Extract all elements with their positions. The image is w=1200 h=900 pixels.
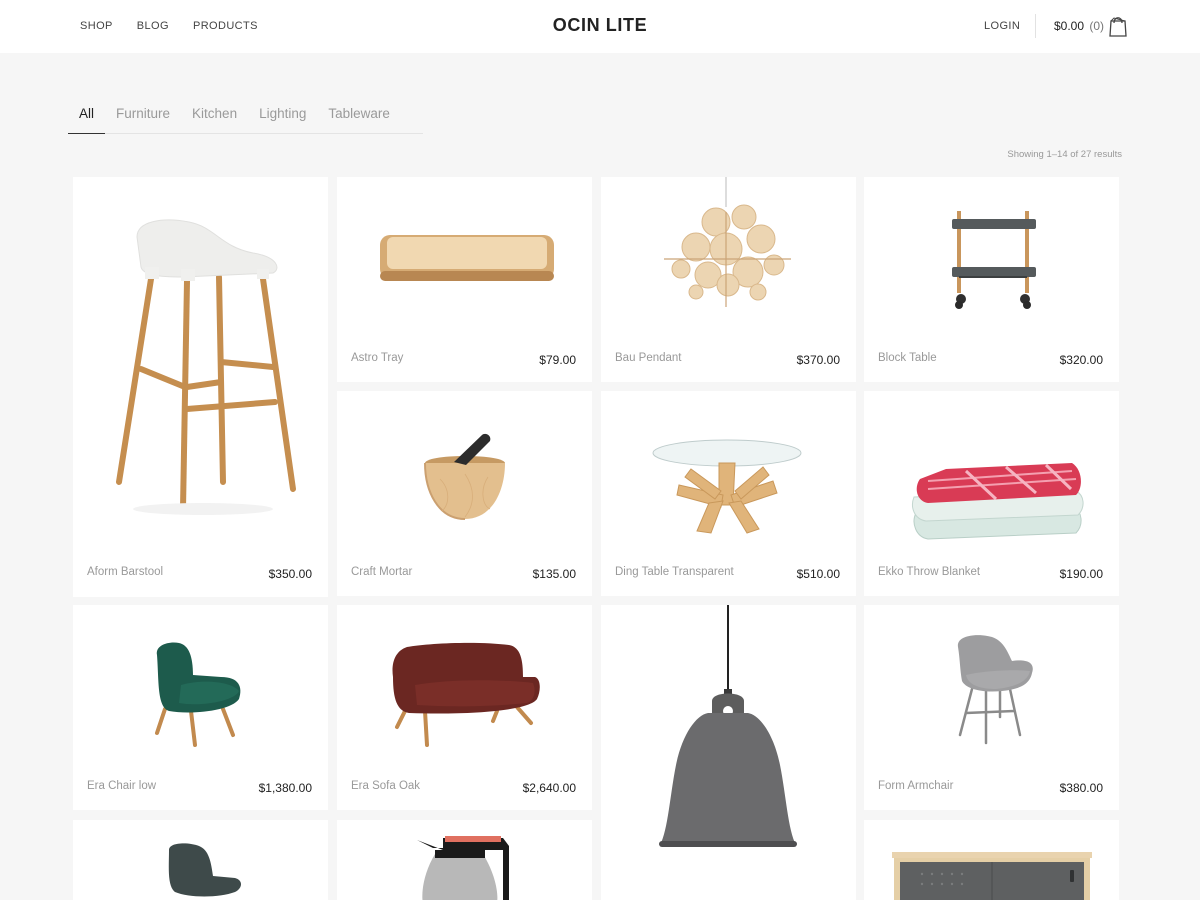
product-price: $1,380.00 — [258, 781, 312, 795]
main-nav: SHOP BLOG PRODUCTS — [80, 20, 258, 32]
product-image-era-chair — [155, 642, 241, 747]
product-price: $2,640.00 — [522, 781, 576, 795]
product-price: $135.00 — [532, 567, 576, 581]
tab-kitchen[interactable]: Kitchen — [181, 106, 249, 134]
product-name: Ding Table Transparent — [615, 566, 734, 578]
product-price: $350.00 — [268, 567, 312, 581]
product-name: Form Armchair — [878, 780, 954, 792]
product-image-form-armchair — [957, 635, 1033, 745]
product-image-ding-table — [652, 439, 802, 534]
product-image-kettle — [417, 836, 509, 900]
tab-lighting[interactable]: Lighting — [248, 106, 318, 134]
product-name: Astro Tray — [351, 352, 404, 364]
product-card[interactable]: Ekko Throw Blanket $190.00 — [864, 391, 1119, 596]
product-image-bell-pendant — [659, 605, 797, 847]
product-image-bau-pendant — [664, 177, 791, 307]
product-image-era-sofa — [392, 642, 540, 747]
product-image-chair — [168, 843, 241, 897]
login-link[interactable]: LOGIN — [984, 20, 1020, 32]
product-image-block-table — [952, 211, 1036, 309]
nav-shop[interactable]: SHOP — [80, 20, 113, 32]
product-name: Era Chair low — [87, 780, 157, 792]
product-image-tray — [380, 235, 554, 281]
product-card[interactable]: Era Sofa Oak $2,640.00 — [337, 605, 592, 810]
product-image-barstool — [116, 219, 296, 515]
shopping-bag-icon[interactable] — [1108, 14, 1128, 38]
product-image-throw-blanket — [912, 463, 1084, 540]
product-card[interactable] — [337, 820, 592, 900]
product-image-mortar — [424, 433, 505, 520]
cart-count: (0) — [1089, 19, 1105, 33]
product-card[interactable]: Form Armchair $380.00 — [864, 605, 1119, 810]
category-filter-tabs: All Furniture Kitchen Lighting Tableware — [68, 106, 423, 134]
product-card[interactable]: Bau Pendant $370.00 — [601, 177, 856, 382]
product-card[interactable] — [601, 605, 856, 900]
result-count: Showing 1–14 of 27 results — [1007, 149, 1122, 160]
site-logo[interactable]: OCIN LITE — [553, 15, 647, 35]
cart-total: $0.00 — [1054, 19, 1085, 33]
product-name: Ekko Throw Blanket — [878, 566, 981, 578]
nav-blog[interactable]: BLOG — [137, 20, 169, 32]
product-card[interactable] — [864, 820, 1119, 900]
tab-all[interactable]: All — [68, 106, 106, 134]
product-card[interactable] — [73, 820, 328, 900]
product-price: $510.00 — [796, 567, 840, 581]
product-card[interactable]: Craft Mortar $135.00 — [337, 391, 592, 596]
tab-furniture[interactable]: Furniture — [105, 106, 182, 134]
nav-products[interactable]: PRODUCTS — [193, 20, 258, 32]
product-price: $190.00 — [1059, 567, 1103, 581]
product-card[interactable]: Block Table $320.00 — [864, 177, 1119, 382]
product-price: $380.00 — [1059, 781, 1103, 795]
product-card[interactable]: Astro Tray $79.00 — [337, 177, 592, 382]
product-name: Era Sofa Oak — [351, 780, 421, 792]
product-price: $320.00 — [1059, 353, 1103, 367]
product-price: $79.00 — [539, 353, 576, 367]
product-name: Craft Mortar — [351, 566, 413, 578]
product-card[interactable]: Aform Barstool $350.00 — [73, 177, 328, 597]
cart-link[interactable]: $0.00 (0) — [1054, 19, 1104, 33]
header-divider — [1035, 14, 1036, 38]
product-price: $370.00 — [796, 353, 840, 367]
product-name: Aform Barstool — [87, 566, 164, 578]
product-name: Bau Pendant — [615, 352, 682, 364]
site-header: SHOP BLOG PRODUCTS OCIN LITE LOGIN $0.00… — [0, 0, 1200, 53]
product-card[interactable]: Era Chair low $1,380.00 — [73, 605, 328, 810]
tab-tableware[interactable]: Tableware — [317, 106, 423, 134]
product-name: Block Table — [878, 352, 937, 364]
product-image-sideboard — [892, 852, 1092, 900]
product-card[interactable]: Ding Table Transparent $510.00 — [601, 391, 856, 596]
